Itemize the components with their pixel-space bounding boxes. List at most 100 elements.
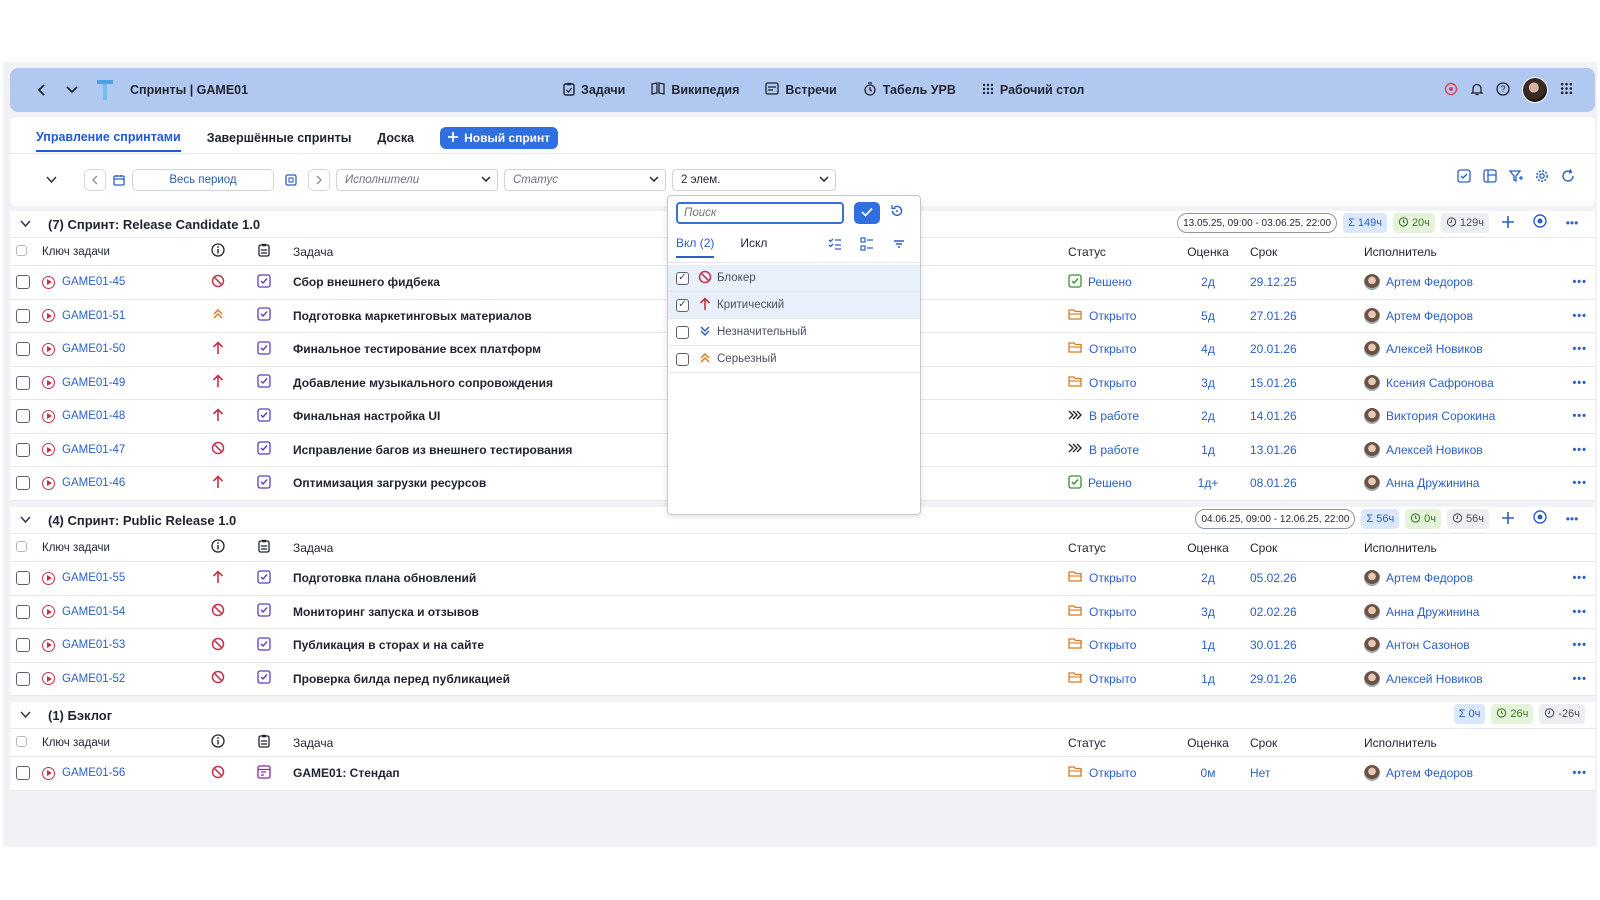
task-key-link[interactable]: GAME01-47 xyxy=(42,443,125,457)
nav-desktop[interactable]: Рабочий стол xyxy=(982,83,1084,98)
refresh-icon[interactable] xyxy=(1561,169,1575,186)
calendar-day-icon[interactable] xyxy=(280,169,302,191)
status-cell[interactable]: Решено xyxy=(1068,274,1132,291)
column-assignee[interactable]: Исполнитель xyxy=(1364,245,1437,259)
column-key[interactable]: Ключ задачи xyxy=(42,542,110,554)
estimate-cell[interactable]: 4д xyxy=(1178,342,1238,356)
collapse-chevron-icon[interactable] xyxy=(20,708,38,722)
task-key-link[interactable]: GAME01-49 xyxy=(42,376,125,390)
filter-add-icon[interactable] xyxy=(1508,169,1523,186)
tab-completed-sprints[interactable]: Завершённые спринты xyxy=(207,131,352,151)
add-task-icon[interactable] xyxy=(1495,511,1521,528)
status-cell[interactable]: Открыто xyxy=(1068,671,1136,687)
column-status[interactable]: Статус xyxy=(1068,245,1106,259)
row-more-icon[interactable]: ••• xyxy=(1572,377,1587,389)
record-icon[interactable] xyxy=(1444,82,1458,99)
due-cell[interactable]: 08.01.26 xyxy=(1250,476,1297,490)
row-checkbox[interactable] xyxy=(16,638,30,653)
nav-timesheet[interactable]: Табель УРВ xyxy=(863,81,956,99)
task-name[interactable]: Подготовка плана обновлений xyxy=(293,571,476,585)
due-cell[interactable]: 14.01.26 xyxy=(1250,409,1297,423)
task-name[interactable]: Мониторинг запуска и отзывов xyxy=(293,605,479,619)
row-more-icon[interactable]: ••• xyxy=(1572,572,1587,584)
estimate-cell[interactable]: 2д xyxy=(1178,409,1238,423)
type-column-icon[interactable] xyxy=(256,243,272,260)
sprint-title[interactable]: (1) Бэклог xyxy=(48,708,112,723)
column-due[interactable]: Срок xyxy=(1250,245,1277,259)
status-cell[interactable]: Открыто xyxy=(1068,570,1136,586)
task-name[interactable]: Оптимизация загрузки ресурсов xyxy=(293,476,486,490)
row-more-icon[interactable]: ••• xyxy=(1572,410,1587,422)
status-cell[interactable]: Открыто xyxy=(1068,765,1136,781)
prev-period-button[interactable] xyxy=(84,169,106,191)
sprint-more-icon[interactable]: ••• xyxy=(1559,512,1585,526)
task-key-link[interactable]: GAME01-55 xyxy=(42,571,125,585)
assignee-cell[interactable]: Ксения Сафронова xyxy=(1364,374,1494,391)
priority-select[interactable]: 2 элем. xyxy=(672,169,836,191)
select-all-icon[interactable] xyxy=(828,237,842,254)
user-avatar[interactable] xyxy=(1522,77,1548,103)
select-all-checkbox[interactable] xyxy=(16,245,27,256)
tab-board[interactable]: Доска xyxy=(377,131,414,151)
due-cell[interactable]: 15.01.26 xyxy=(1250,376,1297,390)
option-checkbox[interactable] xyxy=(676,298,689,312)
status-select[interactable]: Статус xyxy=(504,169,666,191)
assignee-cell[interactable]: Алексей Новиков xyxy=(1364,441,1483,458)
dropdown-search-input[interactable] xyxy=(676,202,844,224)
help-icon[interactable]: ? xyxy=(1496,81,1510,99)
task-name[interactable]: Исправление багов из внешнего тестирован… xyxy=(293,443,572,457)
row-more-icon[interactable]: ••• xyxy=(1572,276,1587,288)
assignee-cell[interactable]: Анна Дружинина xyxy=(1364,603,1479,620)
stop-sprint-icon[interactable] xyxy=(1527,214,1553,232)
option-checkbox[interactable] xyxy=(676,271,689,285)
task-key-link[interactable]: GAME01-54 xyxy=(42,605,125,619)
task-key-link[interactable]: GAME01-50 xyxy=(42,342,125,356)
type-column-icon[interactable] xyxy=(256,539,272,556)
task-key-link[interactable]: GAME01-45 xyxy=(42,275,125,289)
dropdown-option[interactable]: Блокер xyxy=(668,265,920,292)
collapse-chevron-icon[interactable] xyxy=(20,217,38,231)
task-name[interactable]: GAME01: Стендап xyxy=(293,766,400,780)
status-cell[interactable]: Открыто xyxy=(1068,341,1136,357)
tab-include[interactable]: Вкл (2) xyxy=(676,236,715,258)
column-task[interactable]: Задача xyxy=(293,245,333,259)
row-checkbox[interactable] xyxy=(16,308,30,323)
task-key-link[interactable]: GAME01-48 xyxy=(42,409,125,423)
task-key-link[interactable]: GAME01-51 xyxy=(42,309,125,323)
table-row[interactable]: GAME01-55 Подготовка плана обновлений Откр… xyxy=(10,562,1595,596)
collapse-all-icon[interactable] xyxy=(40,169,62,191)
table-row[interactable]: GAME01-52 Проверка билда перед публикацие… xyxy=(10,663,1595,696)
sprint-more-icon[interactable]: ••• xyxy=(1559,216,1585,230)
row-more-icon[interactable]: ••• xyxy=(1572,444,1587,456)
estimate-cell[interactable]: 2д xyxy=(1178,571,1238,585)
status-cell[interactable]: В работе xyxy=(1068,409,1139,424)
due-cell[interactable]: 29.01.26 xyxy=(1250,672,1297,686)
due-cell[interactable]: 27.01.26 xyxy=(1250,309,1297,323)
task-name[interactable]: Финальная настройка UI xyxy=(293,409,440,423)
row-more-icon[interactable]: ••• xyxy=(1572,606,1587,618)
add-task-icon[interactable] xyxy=(1495,215,1521,232)
column-due[interactable]: Срок xyxy=(1250,736,1277,750)
due-cell[interactable]: 20.01.26 xyxy=(1250,342,1297,356)
row-more-icon[interactable]: ••• xyxy=(1572,639,1587,651)
row-checkbox[interactable] xyxy=(16,442,30,457)
table-row[interactable]: GAME01-56 GAME01: Стендап Открыто 0м Нет Арте… xyxy=(10,757,1595,791)
estimate-cell[interactable]: 1д+ xyxy=(1178,476,1238,490)
column-assignee[interactable]: Исполнитель xyxy=(1364,736,1437,750)
task-name[interactable]: Проверка билда перед публикацией xyxy=(293,672,510,686)
row-more-icon[interactable]: ••• xyxy=(1572,310,1587,322)
priority-column-icon[interactable] xyxy=(210,243,226,260)
nav-meetings[interactable]: Встречи xyxy=(765,82,837,98)
row-checkbox[interactable] xyxy=(16,604,30,619)
due-cell[interactable]: 05.02.26 xyxy=(1250,571,1297,585)
row-checkbox[interactable] xyxy=(16,476,30,491)
nav-wiki[interactable]: Википедия xyxy=(651,82,739,98)
row-more-icon[interactable]: ••• xyxy=(1572,343,1587,355)
row-checkbox[interactable] xyxy=(16,342,30,357)
status-cell[interactable]: Открыто xyxy=(1068,604,1136,620)
column-estimate[interactable]: Оценка xyxy=(1178,541,1238,555)
assignee-cell[interactable]: Виктория Сорокина xyxy=(1364,408,1495,425)
estimate-cell[interactable]: 3д xyxy=(1178,605,1238,619)
assignee-cell[interactable]: Анна Дружинина xyxy=(1364,475,1479,492)
due-cell[interactable]: 13.01.26 xyxy=(1250,443,1297,457)
